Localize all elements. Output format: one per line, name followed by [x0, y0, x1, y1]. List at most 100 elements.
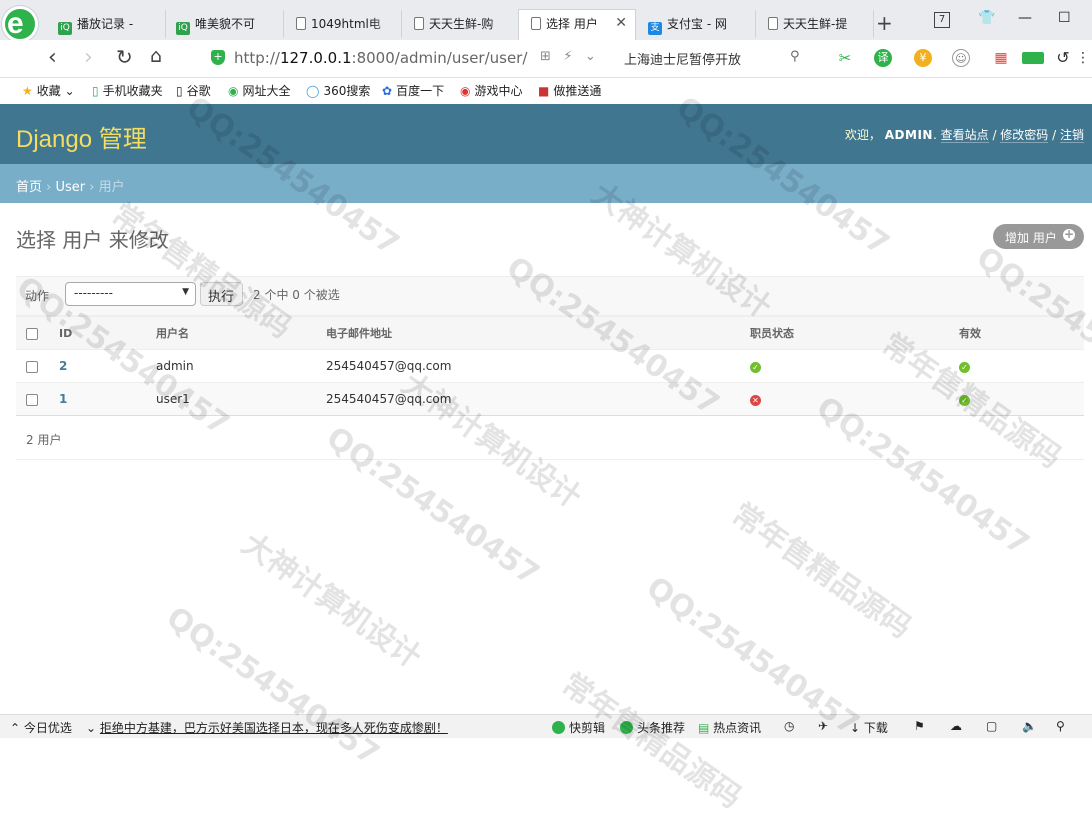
quick-clip[interactable]: 快剪辑	[552, 719, 605, 736]
document-icon: ▯	[176, 84, 183, 98]
zoom-icon[interactable]: ⚲	[1056, 719, 1065, 733]
watermark-text: 常年售精品源码	[555, 666, 748, 816]
translate-icon[interactable]: 译	[874, 49, 892, 67]
game-icon: ◉	[460, 84, 471, 98]
no-icon: ✕	[750, 395, 761, 406]
chevron-down-icon: ▼	[182, 287, 189, 297]
apps-icon[interactable]: ▦	[992, 49, 1010, 67]
volume-icon[interactable]: 🔈	[1022, 719, 1037, 733]
column-staff-status[interactable]: 职员状态	[740, 316, 949, 350]
add-user-button[interactable]: 增加 用户 +	[993, 224, 1084, 249]
table-row: 2 admin 254540457@qq.com ✓ ✓	[16, 349, 1084, 383]
window-icon[interactable]: ▢	[986, 719, 997, 733]
globe-icon: ◉	[228, 84, 239, 98]
browser-status-bar: ⌃ 今日优选 ⌄ 拒绝中方基建，巴方示好美国选择日本，现在多人死伤变成惨剧！ 快…	[0, 714, 1092, 738]
go-button[interactable]: 执行	[200, 282, 243, 306]
star-icon: ★	[22, 84, 33, 98]
watermark-text: 大神计算机设计	[235, 526, 428, 676]
column-username[interactable]: 用户名	[146, 316, 316, 350]
column-active[interactable]: 有效	[949, 316, 1084, 350]
browser-tab-bar: e iQ 播放记录 - iQ 唯美貌不可 1049html电 天天生鲜-购 选择 用…	[0, 0, 1092, 42]
hot-news[interactable]: ▤ 热点资讯	[698, 719, 761, 736]
phone-icon: ▯	[92, 84, 99, 98]
battery-icon[interactable]	[1022, 52, 1044, 64]
select-all-checkbox-cell	[16, 316, 49, 350]
search-input[interactable]: 上海迪士尼暂停开放 ⚲	[614, 47, 814, 69]
lightning-icon[interactable]: ⚡	[563, 49, 572, 64]
forward-icon[interactable]: ›	[84, 45, 93, 70]
video-site-icon: iQ	[176, 22, 190, 35]
tab-alipay[interactable]: 支支付宝 - 网	[638, 10, 756, 38]
minimize-icon[interactable]: —	[1018, 10, 1032, 26]
tab-count-badge[interactable]: 7	[934, 12, 950, 28]
tab-select-user[interactable]: 选择 用户 ✕	[518, 9, 636, 40]
video-site-icon: iQ	[58, 22, 72, 35]
column-id[interactable]: ID	[49, 316, 146, 350]
menu-icon[interactable]: ⋮	[1074, 49, 1092, 67]
bookmark-google[interactable]: ▯ 谷歌	[176, 82, 211, 99]
bookmark-favorites[interactable]: ★ 收藏 ⌄	[22, 82, 75, 99]
secure-shield-icon: +	[211, 50, 225, 65]
tab-tiantian-cart[interactable]: 天天生鲜-购	[402, 10, 520, 38]
email-cell: 254540457@qq.com	[316, 349, 740, 383]
page-title: 选择 用户 来修改	[16, 228, 169, 252]
flag-icon[interactable]: ⚑	[914, 719, 925, 733]
undo-icon[interactable]: ↺	[1054, 49, 1072, 67]
logout-link[interactable]: 注销	[1059, 128, 1084, 143]
yes-icon: ✓	[959, 395, 970, 406]
search-icon[interactable]: ⚲	[790, 49, 800, 64]
breadcrumb-current: 用户	[98, 180, 125, 195]
bookmark-game-center[interactable]: ◉ 游戏中心	[460, 82, 523, 99]
news-ticker[interactable]: ⌄ 拒绝中方基建，巴方示好美国选择日本，现在多人死伤变成惨剧！	[86, 719, 448, 736]
skin-icon[interactable]: 👕	[978, 10, 995, 26]
user-id-link[interactable]: 2	[59, 359, 67, 373]
tab-tiantian-submit[interactable]: 天天生鲜-提	[756, 10, 874, 38]
scissors-icon[interactable]: ✂	[836, 49, 854, 67]
email-cell: 254540457@qq.com	[316, 382, 740, 416]
bookmark-url-directory[interactable]: ◉ 网址大全	[228, 82, 291, 99]
yes-icon: ✓	[959, 362, 970, 373]
bookmark-360-search[interactable]: ◯ 360搜索	[306, 82, 370, 99]
breadcrumb-app[interactable]: User	[55, 180, 85, 195]
bookmark-mobile[interactable]: ▯ 手机收藏夹	[92, 82, 163, 99]
row-checkbox[interactable]	[26, 360, 38, 373]
breadcrumb-home[interactable]: 首页	[16, 180, 42, 195]
tab-html-doc[interactable]: 1049html电	[284, 10, 402, 38]
home-icon[interactable]: ⌂	[150, 45, 162, 67]
bookmark-baidu[interactable]: ✿ 百度一下	[382, 82, 444, 99]
cloud-icon[interactable]: ☁	[950, 719, 962, 733]
paginator: 2 用户	[16, 416, 1084, 460]
coupon-icon[interactable]: ¥	[914, 49, 932, 67]
new-tab-icon[interactable]: +	[876, 11, 893, 35]
select-all-checkbox[interactable]	[26, 327, 38, 340]
download-button[interactable]: ↓ 下载	[850, 719, 888, 736]
speed-icon[interactable]: ◷	[784, 719, 794, 733]
pin-icon[interactable]: ✈	[818, 719, 828, 733]
user-id-link[interactable]: 1	[59, 392, 67, 406]
column-email[interactable]: 电子邮件地址	[316, 316, 740, 350]
yes-icon: ✓	[750, 362, 761, 373]
tab-play-history[interactable]: iQ 播放记录 -	[48, 10, 166, 38]
maximize-icon[interactable]: ☐	[1058, 10, 1071, 26]
grid-icon[interactable]: ⊞	[540, 49, 551, 64]
play-icon	[552, 721, 565, 734]
selected-count: 2 个中 0 个被选	[253, 288, 340, 302]
site-branding[interactable]: Django 管理	[16, 119, 147, 154]
result-table: ID 用户名 电子邮件地址 职员状态 有效 2 admin 254540457@…	[16, 316, 1084, 416]
view-site-link[interactable]: 查看站点	[940, 128, 989, 143]
headline-recommend[interactable]: 头条推荐	[620, 719, 685, 736]
bookmark-push[interactable]: ■ 做推送通	[538, 82, 608, 99]
username-cell: admin	[146, 349, 316, 383]
row-checkbox[interactable]	[26, 393, 38, 406]
action-select[interactable]: --------- ▼	[65, 282, 196, 306]
tab-close-icon[interactable]: ✕	[615, 15, 627, 31]
document-icon	[296, 17, 306, 30]
back-icon[interactable]: ‹	[48, 45, 57, 70]
face-icon[interactable]: ☺	[952, 49, 970, 67]
tab-beauty[interactable]: iQ 唯美貌不可	[166, 10, 284, 38]
today-picks[interactable]: ⌃ 今日优选	[10, 719, 72, 736]
circle-icon: ◯	[306, 84, 320, 98]
change-password-link[interactable]: 修改密码	[1000, 128, 1049, 143]
reload-icon[interactable]: ↻	[116, 45, 133, 69]
chevron-down-icon[interactable]: ⌄	[585, 49, 596, 64]
